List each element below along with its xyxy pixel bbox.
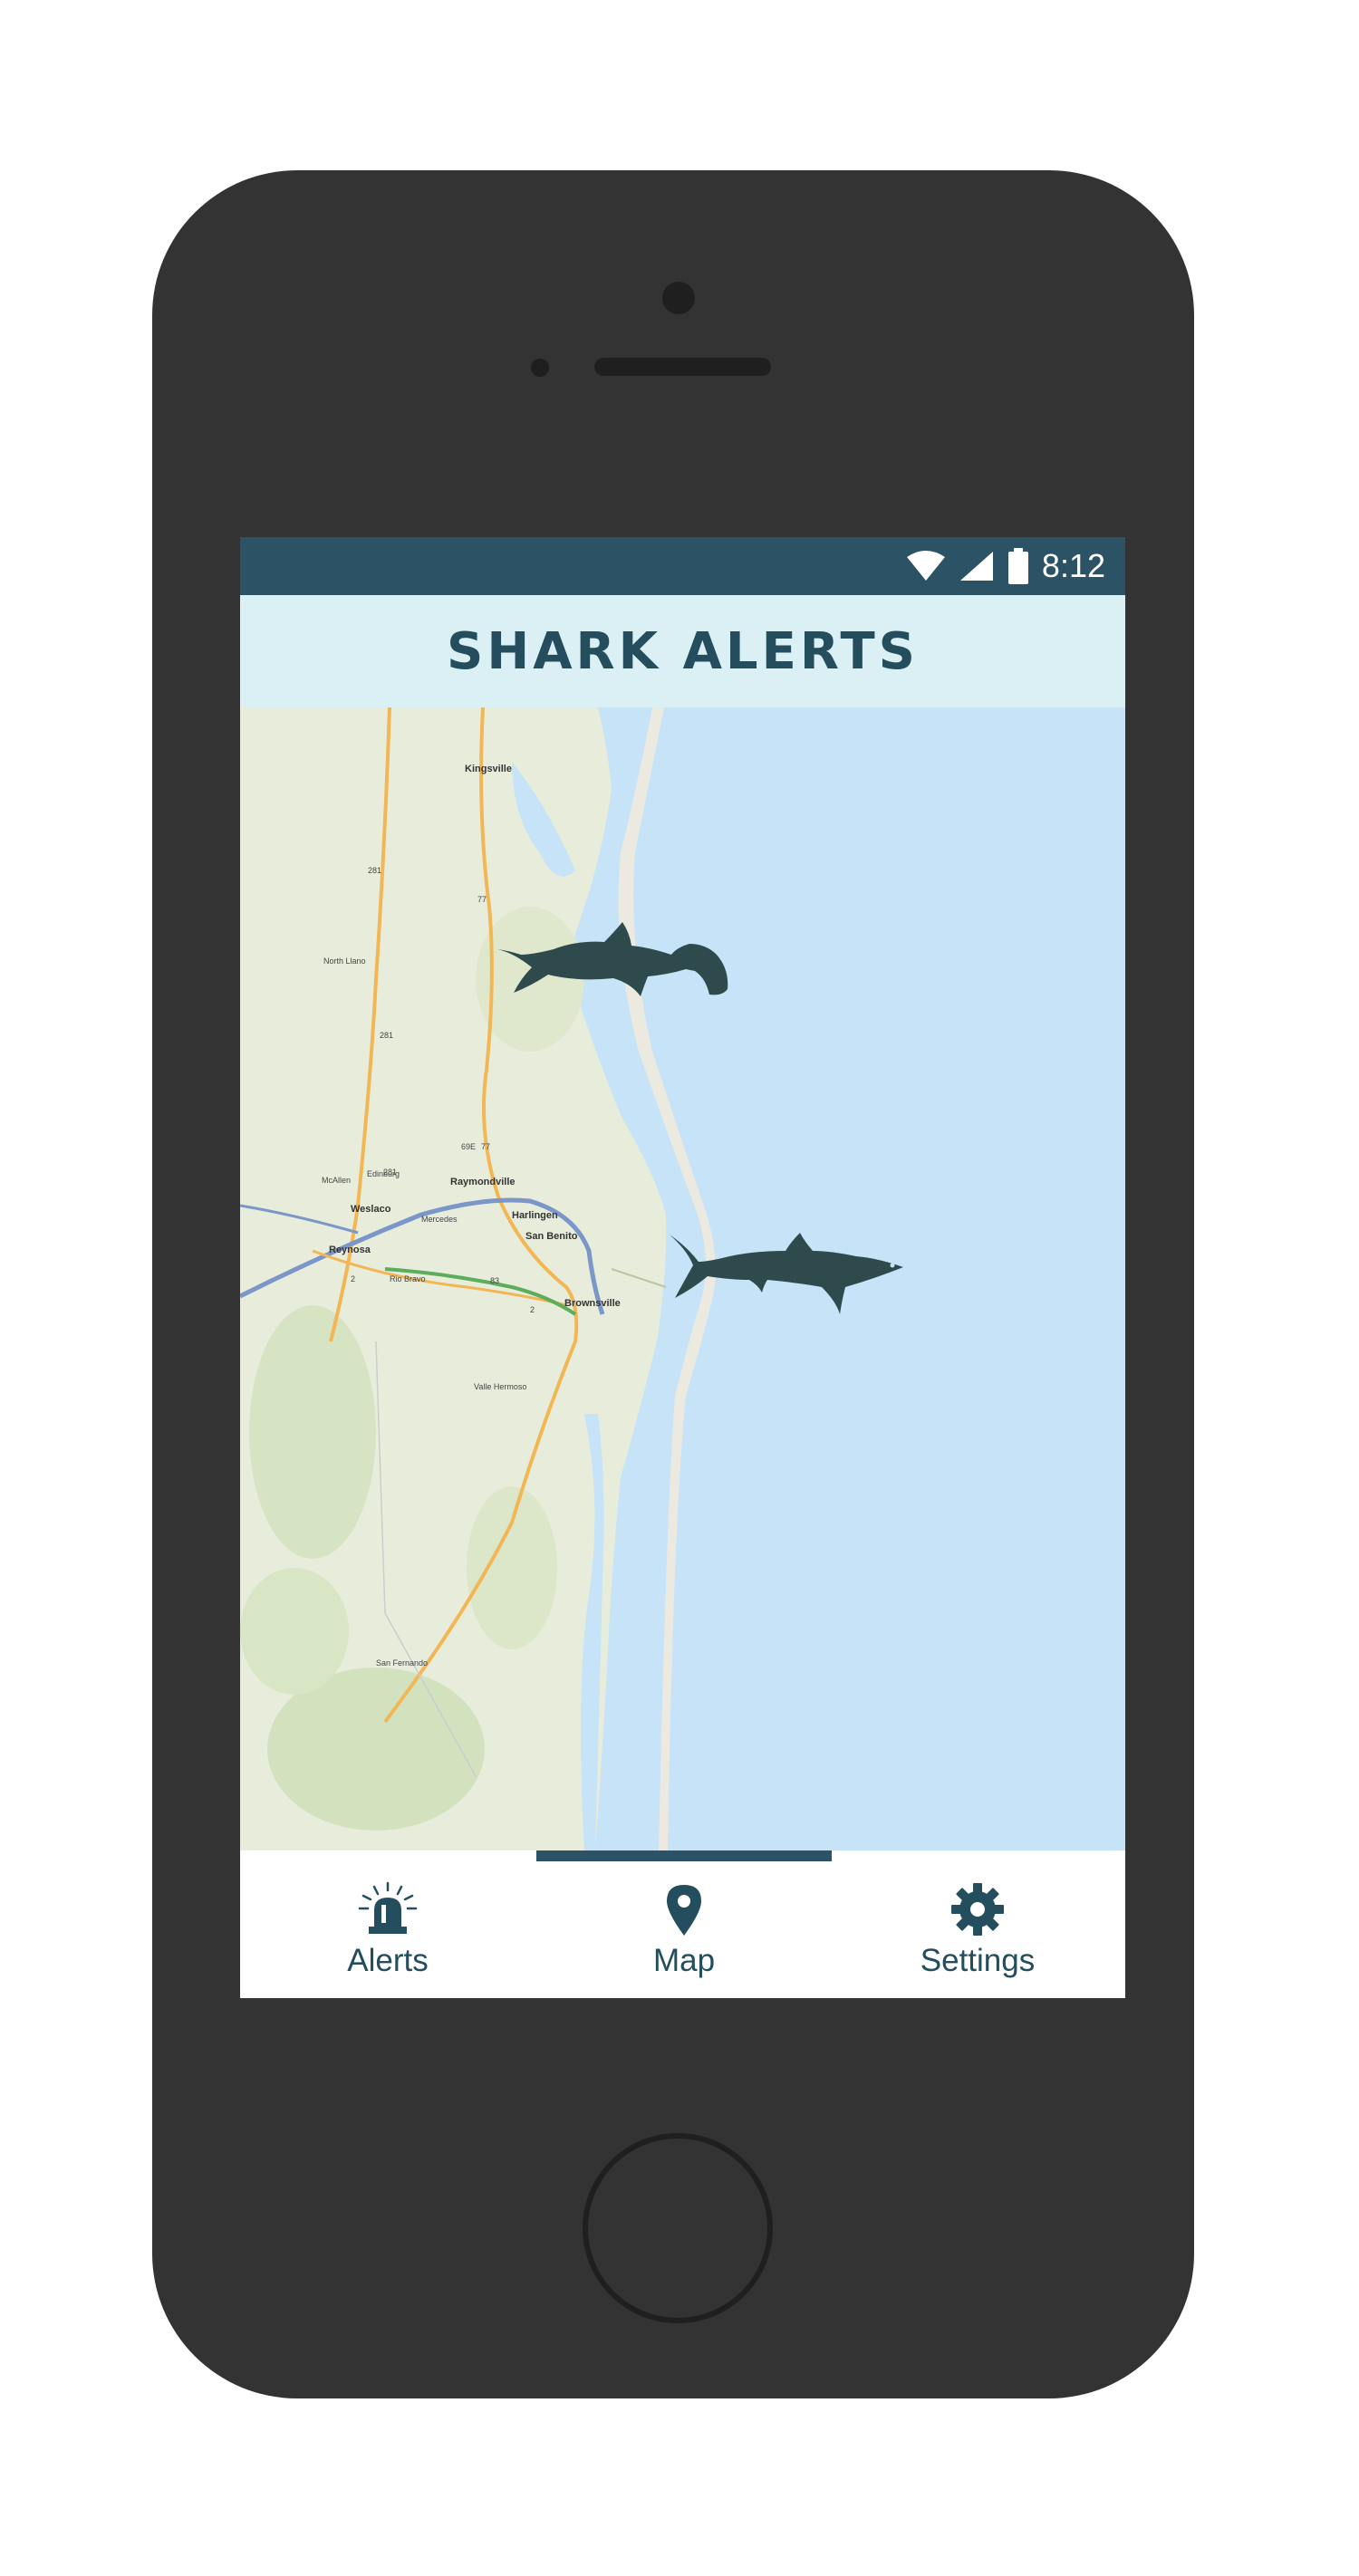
map-label-mercedes: Mercedes — [421, 1215, 458, 1224]
nav-item-alerts[interactable]: Alerts — [240, 1861, 535, 1998]
map-label-reynosa: Reynosa — [329, 1245, 371, 1255]
route-label: 281 — [380, 1031, 394, 1040]
gear-icon — [951, 1882, 1004, 1936]
map-label-harlingen: Harlingen — [512, 1210, 558, 1221]
route-label: 281 — [368, 866, 382, 875]
map-label-valle-hermoso: Valle Hermoso — [474, 1382, 527, 1391]
nav-item-settings[interactable]: Settings — [830, 1861, 1125, 1998]
route-label: 69E — [461, 1142, 477, 1151]
route-label: 77 — [481, 1142, 491, 1151]
route-label: 83 — [490, 1276, 500, 1285]
route-label: 281 — [383, 1168, 398, 1177]
home-button[interactable] — [583, 2133, 773, 2323]
map-label-kingsville: Kingsville — [465, 764, 512, 774]
battery-icon — [1007, 548, 1028, 584]
map-label-raymondville: Raymondville — [450, 1177, 516, 1187]
map-label-mcallen: McAllen — [322, 1176, 352, 1185]
page-title: Shark Alerts — [447, 621, 919, 681]
active-tab-indicator — [536, 1850, 832, 1861]
app-screen: 8:12 Shark Alerts — [240, 537, 1125, 1998]
map-label-rio-bravo: Rio Bravo — [390, 1274, 426, 1283]
map-label-north-llano: North Llano — [323, 956, 366, 966]
nav-item-map[interactable]: Map — [536, 1861, 832, 1998]
map-label-brownsville: Brownsville — [564, 1298, 621, 1309]
bottom-navigation: Alerts Map Settings — [240, 1850, 1125, 1998]
wifi-icon — [906, 551, 945, 581]
route-label: 77 — [477, 895, 487, 904]
status-time: 8:12 — [1041, 547, 1105, 584]
nav-label-map: Map — [652, 1942, 716, 1978]
proximity-sensor — [531, 359, 549, 377]
nav-label-alerts: Alerts — [347, 1942, 429, 1978]
status-bar: 8:12 — [240, 537, 1125, 595]
route-label: 2 — [530, 1305, 535, 1314]
front-camera — [662, 282, 695, 314]
map-label-san-benito: San Benito — [525, 1231, 578, 1242]
shark-icon[interactable] — [668, 1233, 905, 1319]
hammerhead-shark-icon[interactable] — [496, 922, 731, 1004]
map-label-weslaco: Weslaco — [351, 1204, 391, 1215]
map-pin-icon — [667, 1884, 701, 1936]
nav-label-settings: Settings — [920, 1942, 1036, 1978]
route-label: 2 — [351, 1274, 356, 1283]
map-view[interactable]: Kingsville Raymondville Weslaco Harlinge… — [240, 707, 1125, 1850]
app-header: Shark Alerts — [240, 595, 1125, 707]
signal-icon — [959, 552, 993, 581]
earpiece-speaker — [594, 358, 771, 376]
map-label-san-fernando: San Fernando — [376, 1658, 429, 1668]
siren-icon — [358, 1881, 418, 1934]
